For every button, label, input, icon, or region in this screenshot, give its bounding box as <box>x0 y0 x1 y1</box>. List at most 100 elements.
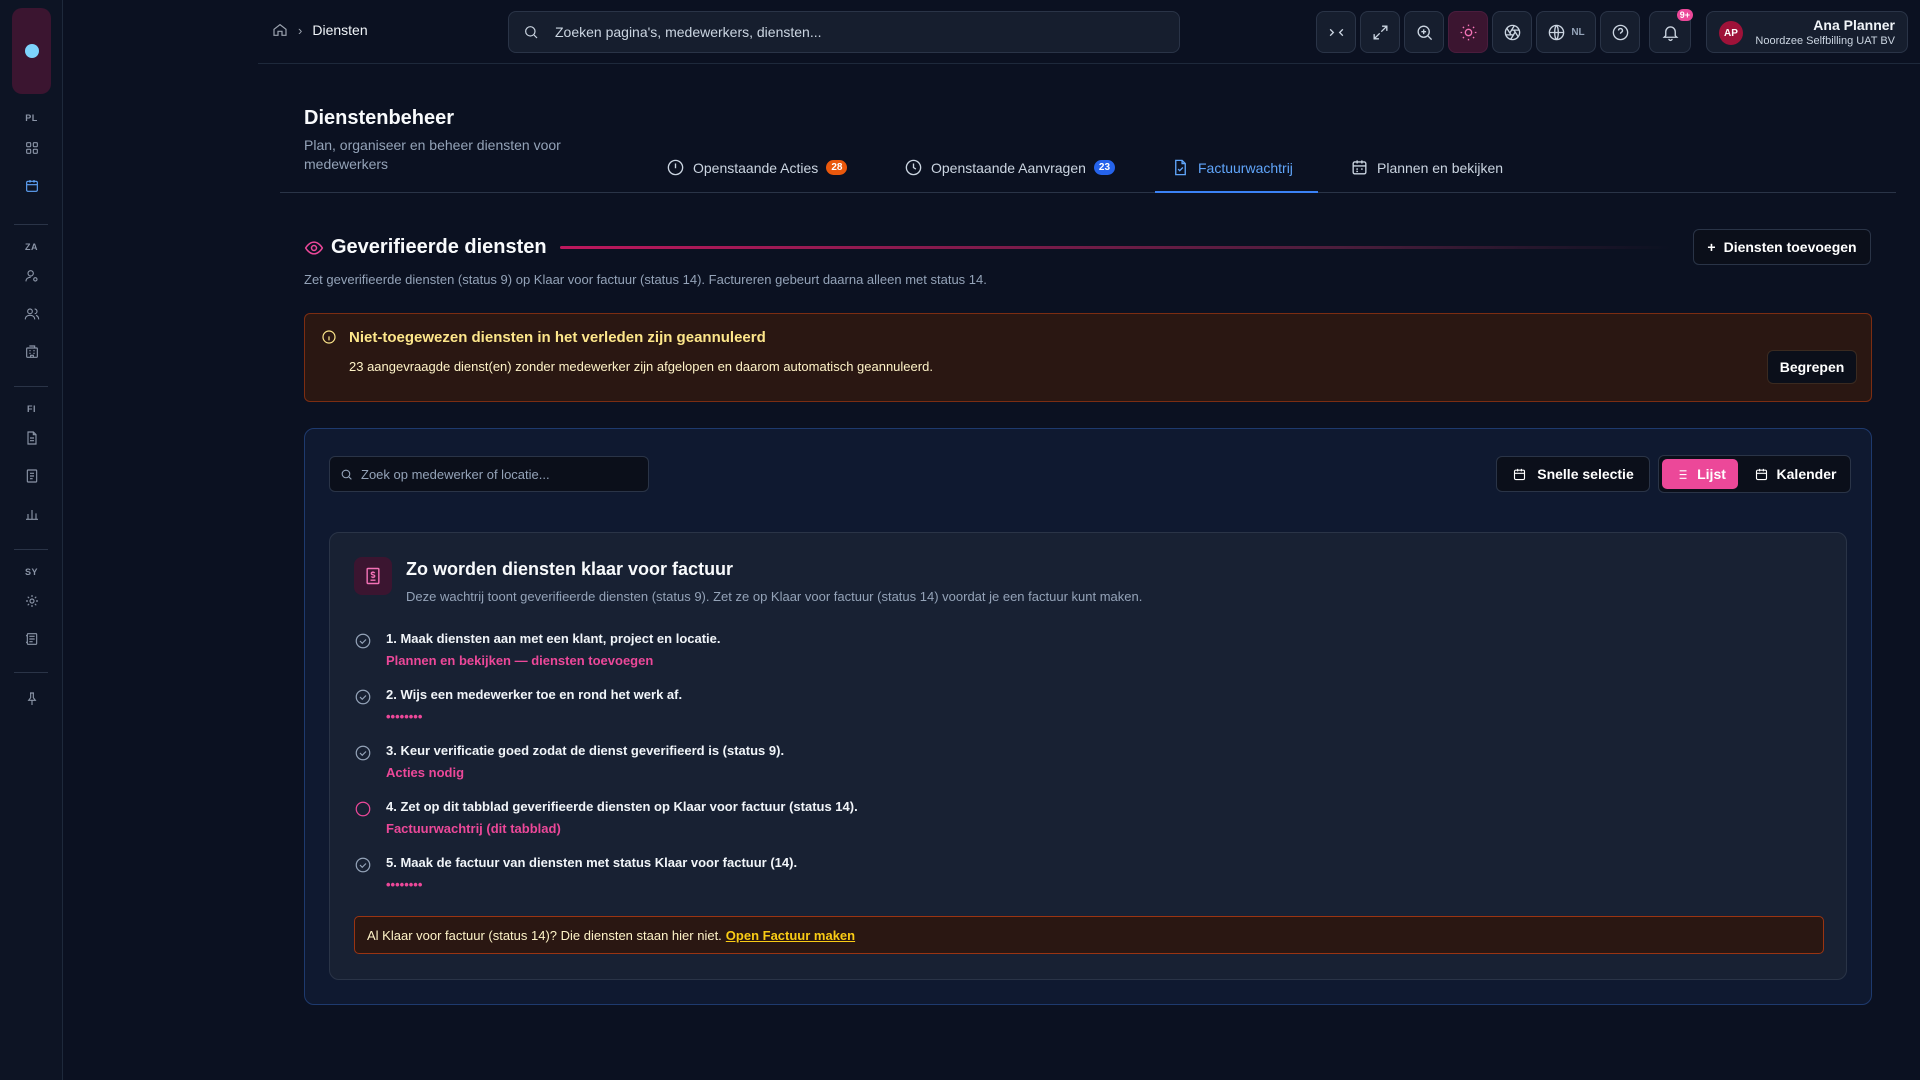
audit-log-icon[interactable] <box>19 626 45 652</box>
notification-count-badge: 9+ <box>1676 9 1693 21</box>
help-button[interactable] <box>1600 11 1640 53</box>
bell-icon <box>1662 25 1678 41</box>
calendar-icon <box>1352 160 1367 175</box>
quick-select-button[interactable]: Snelle selectie <box>1496 456 1650 492</box>
plus-icon: + <box>1707 239 1716 255</box>
eye-icon <box>304 238 324 263</box>
step-link[interactable]: •••••••• <box>386 709 422 724</box>
sidebar-divider <box>14 224 48 225</box>
employee-location-search[interactable] <box>329 456 649 492</box>
section-description: Zet geverifieerde diensten (status 9) op… <box>304 272 987 287</box>
invoice-dollar-icon <box>354 557 392 595</box>
language-button[interactable]: NL <box>1536 11 1596 53</box>
list-view-button[interactable]: Lijst <box>1662 459 1738 489</box>
notifications-button[interactable]: 9+ <box>1649 9 1693 53</box>
dismiss-alert-button[interactable]: Begrepen <box>1767 350 1857 384</box>
step-title: 1. Maak diensten aan met een klant, proj… <box>386 631 721 646</box>
check-circle-icon <box>354 856 372 874</box>
breadcrumb-separator: › <box>298 22 303 38</box>
alert-circle-icon <box>667 159 684 176</box>
document-icon[interactable] <box>19 425 45 451</box>
aperture-button[interactable] <box>1492 11 1532 53</box>
alert-title: Niet-toegewezen diensten in het verleden… <box>349 329 766 346</box>
users-icon[interactable] <box>19 301 45 327</box>
tab-factuurwachtrij[interactable]: Factuurwachtrij <box>1155 159 1318 193</box>
user-organization: Noordzee Selfbilling UAT BV <box>1755 35 1895 47</box>
sidebar-section-label: ZA <box>25 242 38 252</box>
sidebar-divider <box>14 672 48 673</box>
user-name: Ana Planner <box>1813 17 1895 33</box>
step-title: 4. Zet op dit tabblad geverifieerde dien… <box>386 799 858 814</box>
globe-icon <box>1549 24 1565 40</box>
note-text: Al Klaar voor factuur (status 14)? Die d… <box>367 927 722 943</box>
invoice-guide-card: Zo worden diensten klaar voor factuur De… <box>329 532 1847 980</box>
user-menu[interactable]: AP Ana Planner Noordzee Selfbilling UAT … <box>1706 11 1908 53</box>
home-icon[interactable] <box>272 22 288 38</box>
calendar-icon[interactable] <box>19 173 45 199</box>
collapse-button[interactable] <box>1316 11 1356 53</box>
zoom-button[interactable] <box>1404 11 1444 53</box>
logo-icon <box>24 44 39 58</box>
page-subtitle: Plan, organiseer en beheer diensten voor… <box>304 137 561 172</box>
app-logo[interactable] <box>12 8 51 94</box>
guide-description: Deze wachtrij toont geverifieerde dienst… <box>406 589 1143 604</box>
calendar-icon <box>1514 468 1526 480</box>
count-badge: 28 <box>826 160 848 175</box>
page-title: Dienstenbeheer <box>304 107 455 129</box>
tab-label: Openstaande Acties <box>693 160 819 176</box>
fullscreen-button[interactable] <box>1360 11 1400 53</box>
check-circle-icon <box>354 744 372 762</box>
global-search-input[interactable] <box>555 24 1115 40</box>
sidebar: PL ZA FI SY <box>0 0 63 1080</box>
expand-icon <box>1372 24 1388 40</box>
file-check-icon <box>1175 159 1186 176</box>
calendar-view-label: Kalender <box>1776 466 1837 482</box>
breadcrumb-current: Diensten <box>312 22 368 38</box>
tab-openstaande-acties[interactable]: Openstaande Acties 28 <box>650 159 863 193</box>
settings-gear-icon[interactable] <box>19 588 45 614</box>
bar-chart-icon[interactable] <box>19 501 45 527</box>
section-title: Geverifieerde diensten <box>331 236 547 258</box>
tab-label: Factuurwachtrij <box>1198 160 1293 176</box>
collapse-arrows-icon <box>1329 28 1343 36</box>
step-title: 3. Keur verificatie goed zodat de dienst… <box>386 743 785 758</box>
pin-icon[interactable] <box>19 686 45 712</box>
receipt-icon[interactable] <box>19 463 45 489</box>
clock-icon <box>905 159 922 176</box>
tab-openstaande-aanvragen[interactable]: Openstaande Aanvragen 23 <box>888 159 1131 193</box>
invoice-queue-panel: Snelle selectie Lijst Kalender Zo worden… <box>304 428 1872 1005</box>
search-icon <box>525 26 538 39</box>
guide-step: 5. Maak de factuur van diensten met stat… <box>354 853 1754 897</box>
quick-select-label: Snelle selectie <box>1537 466 1634 482</box>
sidebar-section-label: SY <box>24 567 38 577</box>
count-badge: 23 <box>1093 160 1116 175</box>
tab-label: Plannen en bekijken <box>1377 160 1504 176</box>
cancelled-services-alert: Niet-toegewezen diensten in het verleden… <box>304 313 1872 402</box>
check-circle-icon <box>354 688 372 706</box>
zoom-in-icon <box>1416 24 1432 40</box>
step-link[interactable]: •••••••• <box>386 877 422 892</box>
aperture-icon <box>1504 24 1520 40</box>
avatar: AP <box>1719 21 1743 45</box>
user-settings-icon[interactable] <box>19 263 45 289</box>
employee-location-search-input[interactable] <box>361 466 641 482</box>
tab-plannen-en-bekijken[interactable]: Plannen en bekijken <box>1334 160 1519 193</box>
theme-toggle-button[interactable] <box>1448 11 1488 53</box>
language-label: NL <box>1571 26 1585 38</box>
add-services-button[interactable]: + Diensten toevoegen <box>1693 229 1871 265</box>
sidebar-section-label: PL <box>25 113 38 123</box>
step-title: 5. Maak de factuur van diensten met stat… <box>386 855 798 870</box>
step-link[interactable]: Plannen en bekijken — diensten toevoegen <box>386 653 653 668</box>
guide-title: Zo worden diensten klaar voor factuur <box>406 559 734 579</box>
open-invoice-link[interactable]: Open Factuur maken <box>726 928 855 943</box>
step-link[interactable]: Acties nodig <box>386 765 464 780</box>
top-bar: › Diensten NL 9+ AP Ana Planner Noordzee… <box>258 0 1920 64</box>
building-icon[interactable] <box>19 339 45 365</box>
dashboard-grid-icon[interactable] <box>19 135 45 161</box>
info-icon <box>321 329 337 350</box>
global-search[interactable] <box>508 11 1180 53</box>
sun-icon <box>1460 24 1476 40</box>
circle-icon <box>354 800 372 818</box>
calendar-view-button[interactable]: Kalender <box>1743 459 1847 489</box>
step-link[interactable]: Factuurwachtrij (dit tabblad) <box>386 821 561 836</box>
